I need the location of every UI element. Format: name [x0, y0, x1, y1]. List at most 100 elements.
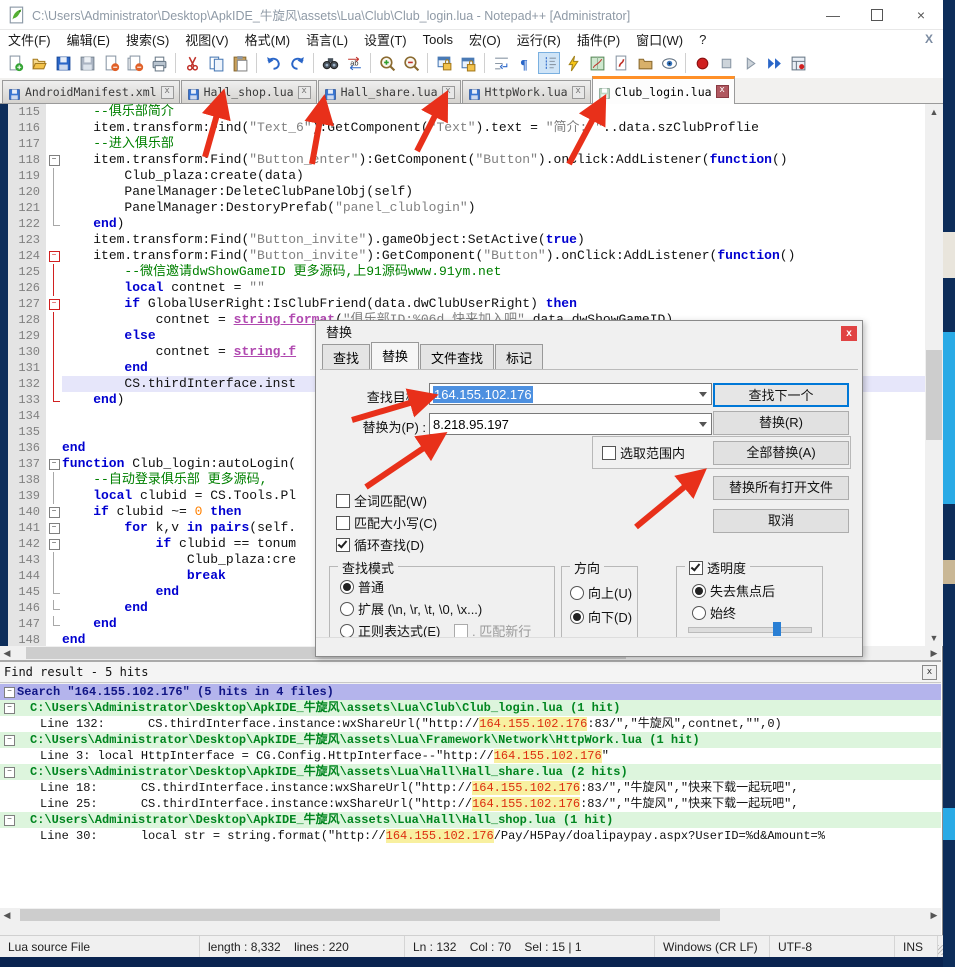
dialog-tab-查找[interactable]: 查找 — [322, 344, 370, 369]
code-line-119[interactable]: 119 Club_plaza:create(data) — [8, 168, 925, 184]
result-hit-row[interactable]: Line 18: CS.thirdInterface.instance:wxSh… — [0, 780, 941, 796]
find-next-button[interactable]: 查找下一个 — [713, 383, 849, 407]
fold-margin[interactable] — [46, 168, 62, 184]
fold-margin[interactable]: − — [46, 520, 62, 536]
menu-item-3[interactable]: 搜索(S) — [118, 30, 177, 49]
mode-normal-radio-icon[interactable] — [340, 580, 354, 594]
result-file-collapse-icon[interactable]: − — [4, 815, 15, 826]
fold-margin[interactable] — [46, 376, 62, 392]
zoom-in-icon[interactable] — [376, 52, 398, 74]
fold-margin[interactable] — [46, 584, 62, 600]
code-line-127[interactable]: 127− if GlobalUserRight:IsClubFriend(dat… — [8, 296, 925, 312]
tab-close-icon[interactable]: x — [161, 86, 174, 99]
tab-httpwork-lua[interactable]: HttpWork.luax — [462, 80, 591, 103]
direction-down-radio[interactable]: 向下(D) — [570, 607, 632, 626]
fold-margin[interactable]: − — [46, 536, 62, 552]
code-line-117[interactable]: 117 --进入俱乐部 — [8, 136, 925, 152]
fold-margin[interactable] — [46, 216, 62, 232]
code-line-125[interactable]: 125 --微信邀请dwShowGameID 更多源码,上91源码www.91y… — [8, 264, 925, 280]
fold-margin[interactable] — [46, 360, 62, 376]
open-file-icon[interactable] — [28, 52, 50, 74]
menu-item-7[interactable]: 设置(T) — [356, 30, 415, 49]
maximize-button[interactable] — [855, 0, 899, 29]
code-line-124[interactable]: 124− item.transform:Find("Button_invite"… — [8, 248, 925, 264]
code-line-120[interactable]: 120 PanelManager:DeleteClubPanelObj(self… — [8, 184, 925, 200]
direction-down-radio-icon[interactable] — [570, 610, 584, 624]
minimize-button[interactable]: — — [811, 0, 855, 29]
editor-vertical-scrollbar[interactable]: ▲ ▼ — [925, 104, 943, 646]
stop-macro-icon[interactable] — [715, 52, 737, 74]
result-file-row[interactable]: −C:\Users\Administrator\Desktop\ApkIDE_牛… — [0, 732, 941, 748]
replace-button[interactable]: 替换(R) — [713, 411, 849, 435]
title-bar[interactable]: C:\Users\Administrator\Desktop\ApkIDE_牛旋… — [0, 0, 943, 30]
direction-up-radio[interactable]: 向上(U) — [570, 583, 632, 602]
tab-close-icon[interactable]: x — [298, 86, 311, 99]
undo-icon[interactable] — [262, 52, 284, 74]
find-icon[interactable] — [319, 52, 341, 74]
replace-icon[interactable]: ab — [343, 52, 365, 74]
whole-word-checkbox[interactable]: 全词匹配(W) — [336, 491, 427, 510]
whole-word-checkbox-icon[interactable] — [336, 494, 350, 508]
tab-androidmanifest-xml[interactable]: AndroidManifest.xmlx — [2, 80, 180, 103]
save-macro-icon[interactable] — [787, 52, 809, 74]
wrap-around-checkbox[interactable]: 循环查找(D) — [336, 535, 424, 554]
record-macro-icon[interactable] — [691, 52, 713, 74]
fold-collapse-icon[interactable]: − — [49, 539, 60, 550]
code-line-116[interactable]: 116 item.transform:Find("Text_6"):GetCom… — [8, 120, 925, 136]
result-horizontal-scrollbar[interactable]: ◀ ▶ — [0, 908, 941, 922]
transparency-slider[interactable] — [688, 627, 812, 633]
fold-collapse-icon[interactable]: − — [49, 507, 60, 518]
result-scroll-right-icon[interactable]: ▶ — [927, 908, 941, 922]
menu-item-4[interactable]: 视图(V) — [177, 30, 236, 49]
fold-margin[interactable]: − — [46, 152, 62, 168]
in-selection-checkbox[interactable]: 选取范围内 — [602, 443, 685, 462]
fold-margin[interactable] — [46, 120, 62, 136]
replace-all-button[interactable]: 全部替换(A) — [713, 441, 849, 465]
menu-item-11[interactable]: 插件(P) — [569, 30, 628, 49]
match-case-checkbox-icon[interactable] — [336, 516, 350, 530]
result-hit-row[interactable]: Line 3: local HttpInterface = CG.Config.… — [0, 748, 941, 764]
find-result-header[interactable]: Find result - 5 hits x — [0, 662, 941, 683]
sync-horizontal-icon[interactable] — [457, 52, 479, 74]
fold-margin[interactable] — [46, 568, 62, 584]
result-search-row[interactable]: −Search "164.155.102.176" (5 hits in 4 f… — [0, 684, 941, 700]
replace-dialog-close-button[interactable]: x — [841, 326, 857, 341]
result-hit-row[interactable]: Line 25: CS.thirdInterface.instance:wxSh… — [0, 796, 941, 812]
fold-margin[interactable] — [46, 392, 62, 408]
fold-margin[interactable] — [46, 408, 62, 424]
result-scroll-thumb[interactable] — [20, 909, 720, 921]
function-list-icon[interactable] — [610, 52, 632, 74]
document-monitor-icon[interactable] — [658, 52, 680, 74]
result-file-collapse-icon[interactable]: − — [4, 703, 15, 714]
cut-icon[interactable] — [181, 52, 203, 74]
result-collapse-icon[interactable]: − — [4, 687, 15, 698]
tab-hall-share-lua[interactable]: Hall_share.luax — [318, 80, 461, 103]
find-combo-dropdown-icon[interactable] — [699, 392, 707, 397]
document-map-icon[interactable] — [586, 52, 608, 74]
fold-margin[interactable] — [46, 424, 62, 440]
fold-margin[interactable]: − — [46, 456, 62, 472]
find-result-list[interactable]: −Search "164.155.102.176" (5 hits in 4 f… — [0, 684, 941, 908]
fold-margin[interactable] — [46, 104, 62, 120]
word-wrap-icon[interactable] — [490, 52, 512, 74]
fold-collapse-icon[interactable]: − — [49, 299, 60, 310]
find-result-close-button[interactable]: x — [922, 665, 937, 680]
fold-margin[interactable] — [46, 280, 62, 296]
fold-margin[interactable] — [46, 264, 62, 280]
run-macro-multiple-icon[interactable] — [763, 52, 785, 74]
fold-margin[interactable]: − — [46, 504, 62, 520]
transparency-slider-thumb[interactable] — [773, 622, 781, 636]
mode-regex-radio-icon[interactable] — [340, 624, 354, 638]
result-file-row[interactable]: −C:\Users\Administrator\Desktop\ApkIDE_牛… — [0, 700, 941, 716]
redo-icon[interactable] — [286, 52, 308, 74]
close-all-icon[interactable] — [124, 52, 146, 74]
transparency-lose-focus-radio[interactable]: 失去焦点后 — [692, 581, 775, 600]
scroll-left-icon[interactable]: ◀ — [0, 646, 14, 660]
in-selection-checkbox-icon[interactable] — [602, 446, 616, 460]
fold-margin[interactable] — [46, 344, 62, 360]
replace-with-input[interactable]: 8.218.95.197 — [429, 413, 712, 435]
dialog-tab-替换[interactable]: 替换 — [371, 342, 419, 369]
fold-margin[interactable] — [46, 328, 62, 344]
fold-margin[interactable] — [46, 616, 62, 632]
tab-close-icon[interactable]: x — [442, 86, 455, 99]
